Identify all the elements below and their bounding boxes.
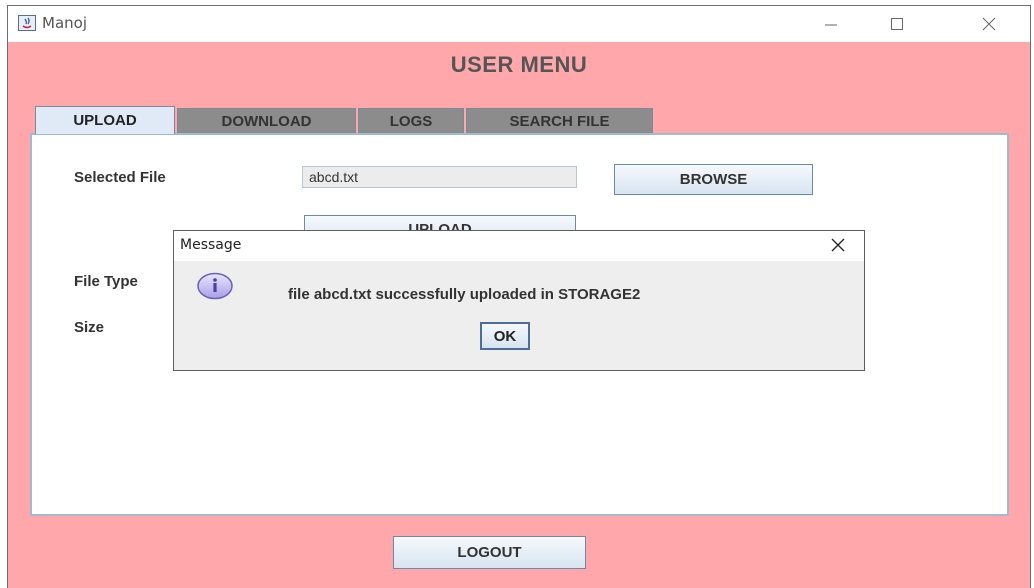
file-type-label: File Type <box>74 273 138 290</box>
dialog-message: file abcd.txt successfully uploaded in S… <box>288 286 641 303</box>
size-label: Size <box>74 319 105 336</box>
maximize-button[interactable] <box>874 6 920 42</box>
ok-button[interactable]: OK <box>480 322 530 350</box>
selected-file-field[interactable]: abcd.txt <box>302 166 577 188</box>
tab-download[interactable]: DOWNLOAD <box>177 108 356 134</box>
browse-button[interactable]: BROWSE <box>614 164 813 195</box>
dialog-body: file abcd.txt successfully uploaded in S… <box>174 261 864 370</box>
java-app-icon <box>18 15 36 31</box>
minimize-button[interactable] <box>808 6 854 42</box>
close-icon <box>831 238 845 252</box>
maximize-icon <box>891 18 903 30</box>
minimize-icon <box>825 24 837 26</box>
title-bar[interactable]: Manoj <box>8 6 1030 42</box>
selected-file-label: Selected File <box>74 169 166 186</box>
dialog-close-button[interactable] <box>830 237 846 253</box>
tab-search-file[interactable]: SEARCH FILE <box>466 108 653 134</box>
close-icon <box>982 17 996 31</box>
page-title: USER MENU <box>450 52 588 77</box>
logout-button[interactable]: LOGOUT <box>393 536 586 569</box>
window-title: Manoj <box>42 14 87 32</box>
close-button[interactable] <box>966 6 1012 42</box>
message-dialog: Message file abcd.txt successfully uploa… <box>173 230 865 371</box>
dialog-title: Message <box>180 237 242 253</box>
tab-logs[interactable]: LOGS <box>358 108 464 134</box>
tab-upload[interactable]: UPLOAD <box>35 106 175 134</box>
info-icon <box>197 272 233 300</box>
